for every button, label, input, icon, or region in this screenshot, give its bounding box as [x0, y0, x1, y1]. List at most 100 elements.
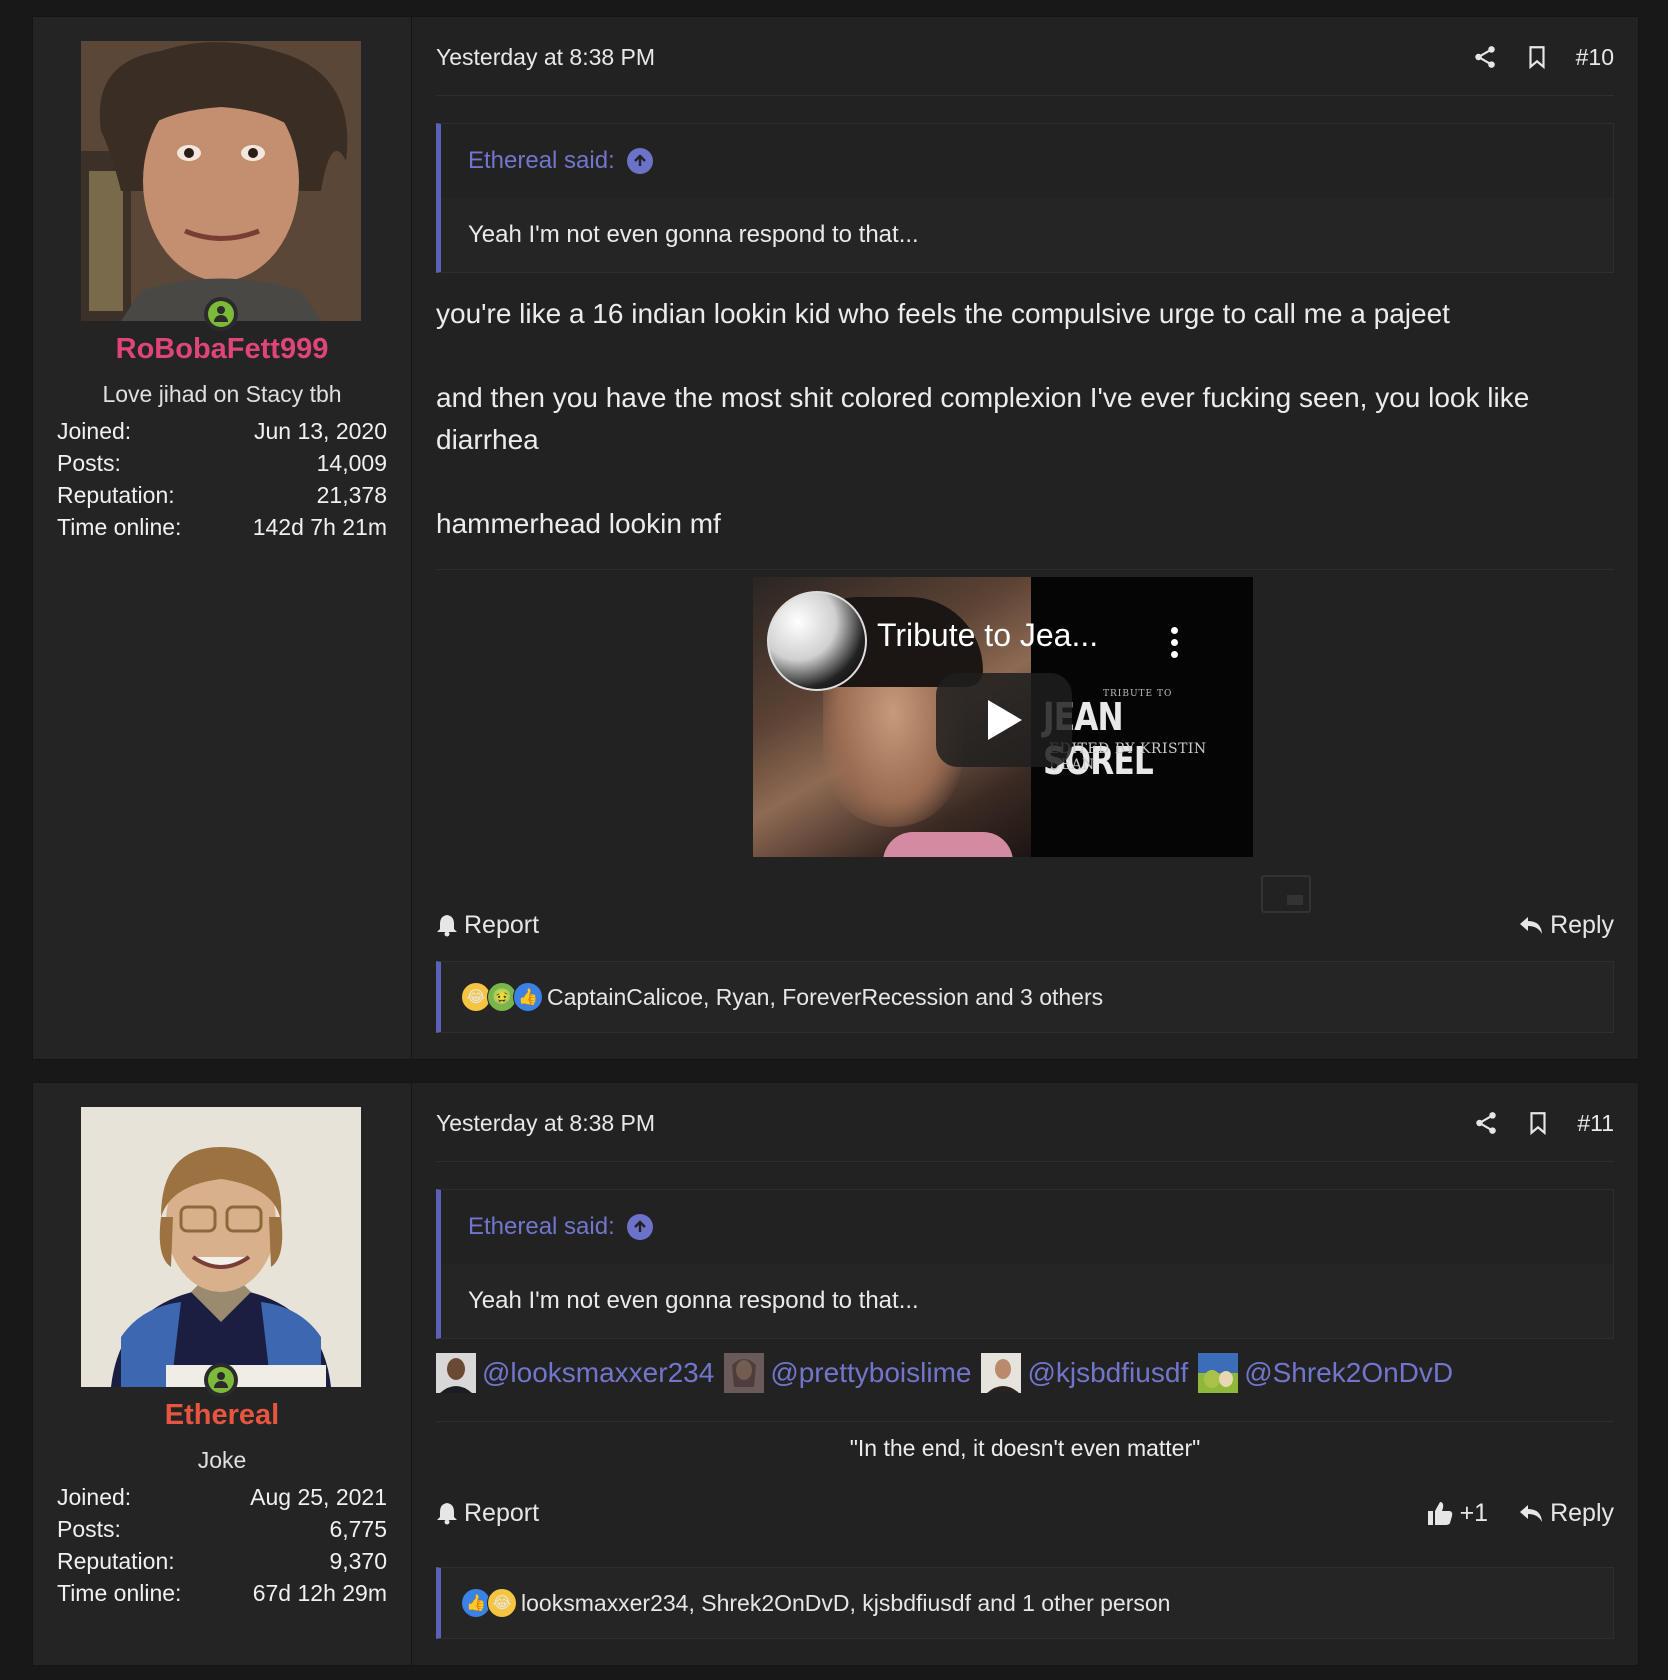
stat-value: Jun 13, 2020: [253, 418, 387, 444]
mention-text[interactable]: @Shrek2OnDvD: [1244, 1357, 1453, 1389]
mention-avatar: [981, 1353, 1022, 1393]
stat-posts: Posts: 6,775: [57, 1513, 387, 1545]
quote-author[interactable]: Ethereal said:: [468, 147, 615, 175]
reactions-text[interactable]: looksmaxxer234, Shrek2OnDvD, kjsbdfiusdf…: [521, 1590, 1170, 1617]
post-number[interactable]: #11: [1577, 1110, 1614, 1137]
report-button[interactable]: Report: [436, 1499, 539, 1528]
play-icon: [988, 700, 1022, 740]
post-header: Yesterday at 8:38 PM #10: [436, 37, 1614, 96]
signature: "In the end, it doesn't even matter": [849, 1435, 1201, 1461]
bookmark-icon[interactable]: [1524, 44, 1550, 70]
stat-label: Reputation:: [57, 1548, 175, 1574]
quote-author[interactable]: Ethereal said:: [468, 1213, 615, 1241]
channel-avatar[interactable]: [767, 591, 867, 691]
stat-value: 21,378: [316, 482, 387, 508]
play-button[interactable]: [936, 673, 1072, 767]
thread-page: RoBobaFett999 Love jihad on Stacy tbh Jo…: [0, 0, 1668, 1680]
stat-time-online: Time online: 67d 12h 29m: [57, 1577, 387, 1609]
post-timestamp[interactable]: Yesterday at 8:38 PM: [436, 44, 655, 71]
stat-value: 9,370: [329, 1548, 387, 1574]
mention-link[interactable]: @kjsbdfiusdf: [981, 1353, 1188, 1393]
post-paragraph: hammerhead lookin mf: [436, 508, 721, 539]
stat-value: 142d 7h 21m: [252, 514, 387, 540]
stat-value: 14,009: [316, 450, 387, 476]
stat-posts: Posts: 14,009: [57, 447, 387, 479]
reply-button[interactable]: Reply: [1518, 911, 1614, 940]
thumbs-up-icon: [1427, 1502, 1452, 1525]
stat-label: Posts:: [57, 1516, 121, 1542]
user-info-panel: Ethereal Joke Joined: Aug 25, 2021 Posts:…: [33, 1083, 412, 1665]
post-paragraph: you're like a 16 indian lookin kid who f…: [436, 298, 1450, 329]
post-body: you're like a 16 indian lookin kid who f…: [436, 293, 1614, 587]
laugh-emoji-icon: 😂: [487, 1588, 517, 1618]
stat-value: 67d 12h 29m: [252, 1580, 387, 1606]
quote-text: Yeah I'm not even gonna respond to that.…: [468, 221, 919, 248]
mention-link[interactable]: @prettyboislime: [724, 1353, 971, 1393]
mention-text[interactable]: @prettyboislime: [770, 1357, 971, 1389]
divider: [436, 1421, 1614, 1422]
reactions-text[interactable]: CaptainCalicoe, Ryan, ForeverRecession a…: [547, 984, 1103, 1011]
like-count: +1: [1459, 1498, 1489, 1527]
reply-label: Reply: [1550, 910, 1614, 939]
quote-block: Ethereal said: Yeah I'm not even gonna r…: [436, 123, 1614, 273]
post-timestamp[interactable]: Yesterday at 8:38 PM: [436, 1110, 655, 1137]
stat-joined: Joined: Aug 25, 2021: [57, 1481, 387, 1513]
stat-reputation: Reputation: 21,378: [57, 479, 387, 511]
quote-block: Ethereal said: Yeah I'm not even gonna r…: [436, 1189, 1614, 1339]
stat-label: Time online:: [57, 1580, 182, 1606]
post-paragraph: and then you have the most shit colored …: [436, 382, 1530, 455]
video-title[interactable]: Tribute to Jea...: [877, 617, 1098, 654]
bell-icon: [437, 1503, 457, 1525]
online-status-icon: [204, 297, 238, 331]
stat-label: Joined:: [57, 1484, 132, 1510]
quote-header[interactable]: Ethereal said:: [441, 1190, 1613, 1264]
arrow-up-icon[interactable]: [626, 148, 653, 174]
post-11: Ethereal Joke Joined: Aug 25, 2021 Posts:…: [32, 1082, 1639, 1666]
username[interactable]: RoBobaFett999: [33, 333, 411, 366]
reply-button[interactable]: Reply: [1518, 1499, 1614, 1528]
mention-text[interactable]: @kjsbdfiusdf: [1027, 1357, 1188, 1389]
reply-icon: [1520, 1505, 1543, 1522]
report-button[interactable]: Report: [436, 911, 539, 940]
post-number[interactable]: #10: [1576, 44, 1614, 71]
more-options-icon[interactable]: [1171, 627, 1179, 663]
like-button[interactable]: +1: [1426, 1498, 1489, 1528]
stat-value: Aug 25, 2021: [250, 1484, 387, 1510]
stat-label: Time online:: [57, 514, 182, 540]
video-embed[interactable]: Tribute to Jea... TRIBUTE TO JEAN SOREL …: [753, 577, 1253, 857]
share-icon[interactable]: [1472, 44, 1498, 70]
reactions-bar[interactable]: 👍 😂 looksmaxxer234, Shrek2OnDvD, kjsbdfi…: [436, 1567, 1614, 1639]
mention-avatar: [724, 1353, 765, 1393]
report-label: Report: [464, 1498, 540, 1527]
username[interactable]: Ethereal: [33, 1399, 411, 1432]
stat-joined: Joined: Jun 13, 2020: [57, 415, 387, 447]
mention-link[interactable]: @looksmaxxer234: [436, 1353, 714, 1393]
stat-reputation: Reputation: 9,370: [57, 1545, 387, 1577]
user-info-panel: RoBobaFett999 Love jihad on Stacy tbh Jo…: [33, 17, 412, 1059]
mention-avatar: [1198, 1353, 1239, 1393]
quote-header[interactable]: Ethereal said:: [441, 124, 1613, 198]
reaction-icons: 👍 😂: [461, 1588, 517, 1618]
avatar[interactable]: [81, 1107, 361, 1387]
arrow-up-icon[interactable]: [626, 1214, 653, 1240]
quote-text: Yeah I'm not even gonna respond to that.…: [468, 1287, 919, 1314]
stat-value: 6,775: [329, 1516, 387, 1542]
mention-text[interactable]: @looksmaxxer234: [482, 1357, 714, 1389]
post-10: RoBobaFett999 Love jihad on Stacy tbh Jo…: [32, 16, 1639, 1060]
share-icon[interactable]: [1473, 1110, 1499, 1136]
user-title: Joke: [197, 1447, 247, 1473]
bookmark-icon[interactable]: [1525, 1110, 1551, 1136]
stat-label: Reputation:: [57, 482, 175, 508]
mention-link[interactable]: @Shrek2OnDvD: [1198, 1353, 1453, 1393]
user-stats: Joined: Jun 13, 2020 Posts: 14,009 Reputat…: [57, 415, 387, 543]
post-header: Yesterday at 8:38 PM #11: [436, 1103, 1614, 1162]
video-thumbnail-detail: [883, 832, 1013, 857]
mentions-row: @looksmaxxer234 @prettyboislime @kjsbdfi…: [436, 1353, 1614, 1393]
reaction-icons: 😂 🤢 👍: [461, 982, 543, 1012]
divider: [436, 569, 1614, 570]
post-content: Yesterday at 8:38 PM #11 Ethereal said: …: [412, 1083, 1638, 1665]
mention-avatar: [436, 1353, 476, 1393]
reactions-bar[interactable]: 😂 🤢 👍 CaptainCalicoe, Ryan, ForeverReces…: [436, 961, 1614, 1033]
post-actions: Report Reply: [436, 905, 1614, 945]
avatar[interactable]: [81, 41, 361, 321]
